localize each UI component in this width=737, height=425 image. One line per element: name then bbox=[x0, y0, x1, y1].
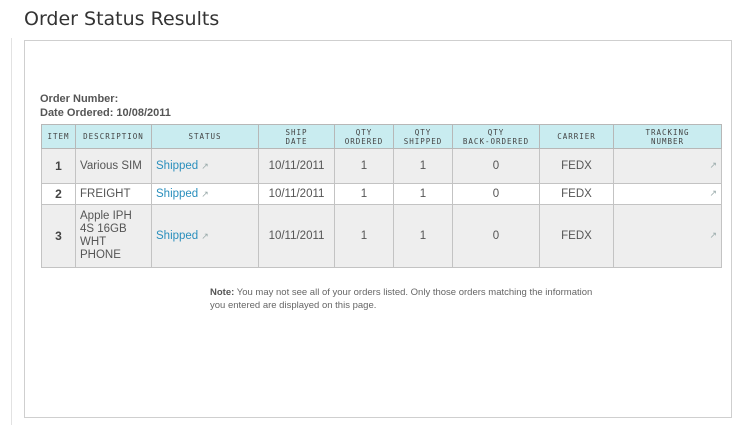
table-row: 1 Various SIM Shipped ↗ 10/11/2011 1 1 0 … bbox=[41, 148, 722, 184]
note-label: Note: bbox=[210, 287, 235, 298]
qty-back-ordered-cell: 0 bbox=[452, 148, 540, 184]
status-link[interactable]: Shipped bbox=[156, 230, 198, 242]
ship-date-cell: 10/11/2011 bbox=[258, 183, 335, 205]
date-ordered-row: Date Ordered: 10/08/2011 bbox=[40, 106, 171, 120]
qty-ordered-cell: 1 bbox=[334, 148, 394, 184]
header-qty-back-ordered: QTY BACK-ORDERED bbox=[452, 124, 540, 149]
header-status: STATUS bbox=[151, 124, 259, 149]
date-ordered-value: 10/08/2011 bbox=[116, 107, 171, 119]
order-number-row: Order Number: bbox=[40, 92, 171, 106]
carrier-cell: FEDX bbox=[539, 148, 614, 184]
ship-date-cell: 10/11/2011 bbox=[258, 204, 335, 268]
qty-shipped-cell: 1 bbox=[393, 204, 453, 268]
status-cell: Shipped ↗ bbox=[151, 148, 259, 184]
description-cell: FREIGHT bbox=[75, 183, 152, 205]
note-text: Note: You may not see all of your orders… bbox=[210, 286, 610, 312]
external-link-icon: ↗ bbox=[201, 231, 209, 241]
note-body: You may not see all of your orders liste… bbox=[210, 287, 593, 311]
table-row: 2 FREIGHT Shipped ↗ 10/11/2011 1 1 0 FEDX… bbox=[41, 183, 722, 205]
order-panel: Order Number: Date Ordered: 10/08/2011 I… bbox=[24, 40, 732, 418]
external-link-icon: ↗ bbox=[201, 189, 209, 199]
qty-ordered-cell: 1 bbox=[334, 183, 394, 205]
status-cell: Shipped ↗ bbox=[151, 183, 259, 205]
page-left-rule bbox=[11, 38, 12, 425]
header-qty-ordered: QTY ORDERED bbox=[334, 124, 394, 149]
item-cell: 2 bbox=[41, 183, 76, 205]
table-row: 3 Apple IPH 4S 16GB WHT PHONE Shipped ↗ 1… bbox=[41, 204, 722, 268]
carrier-cell: FEDX bbox=[539, 183, 614, 205]
ship-date-cell: 10/11/2011 bbox=[258, 148, 335, 184]
qty-back-ordered-cell: 0 bbox=[452, 183, 540, 205]
description-cell: Various SIM bbox=[75, 148, 152, 184]
status-cell: Shipped ↗ bbox=[151, 204, 259, 268]
tracking-cell: ↗ bbox=[613, 148, 722, 184]
tracking-cell: ↗ bbox=[613, 204, 722, 268]
header-carrier: CARRIER bbox=[539, 124, 614, 149]
date-ordered-label: Date Ordered: bbox=[40, 107, 114, 119]
description-cell: Apple IPH 4S 16GB WHT PHONE bbox=[75, 204, 152, 268]
external-link-icon: ↗ bbox=[709, 160, 717, 170]
status-link[interactable]: Shipped bbox=[156, 160, 198, 172]
external-link-icon: ↗ bbox=[709, 230, 717, 240]
qty-shipped-cell: 1 bbox=[393, 183, 453, 205]
qty-shipped-cell: 1 bbox=[393, 148, 453, 184]
order-status-table: ITEM DESCRIPTION STATUS SHIP DATE QTY ORDE… bbox=[41, 124, 722, 268]
order-meta: Order Number: Date Ordered: 10/08/2011 bbox=[40, 92, 171, 120]
page-title: Order Status Results bbox=[24, 8, 220, 30]
order-number-label: Order Number: bbox=[40, 93, 119, 105]
qty-back-ordered-cell: 0 bbox=[452, 204, 540, 268]
item-cell: 1 bbox=[41, 148, 76, 184]
status-link[interactable]: Shipped bbox=[156, 188, 198, 200]
header-description: DESCRIPTION bbox=[75, 124, 152, 149]
item-cell: 3 bbox=[41, 204, 76, 268]
tracking-cell: ↗ bbox=[613, 183, 722, 205]
carrier-cell: FEDX bbox=[539, 204, 614, 268]
header-ship-date: SHIP DATE bbox=[258, 124, 335, 149]
external-link-icon: ↗ bbox=[709, 188, 717, 198]
header-tracking-number: TRACKING NUMBER bbox=[613, 124, 722, 149]
table-header-row: ITEM DESCRIPTION STATUS SHIP DATE QTY ORDE… bbox=[41, 124, 722, 149]
header-item: ITEM bbox=[41, 124, 76, 149]
header-qty-shipped: QTY SHIPPED bbox=[393, 124, 453, 149]
qty-ordered-cell: 1 bbox=[334, 204, 394, 268]
external-link-icon: ↗ bbox=[201, 161, 209, 171]
